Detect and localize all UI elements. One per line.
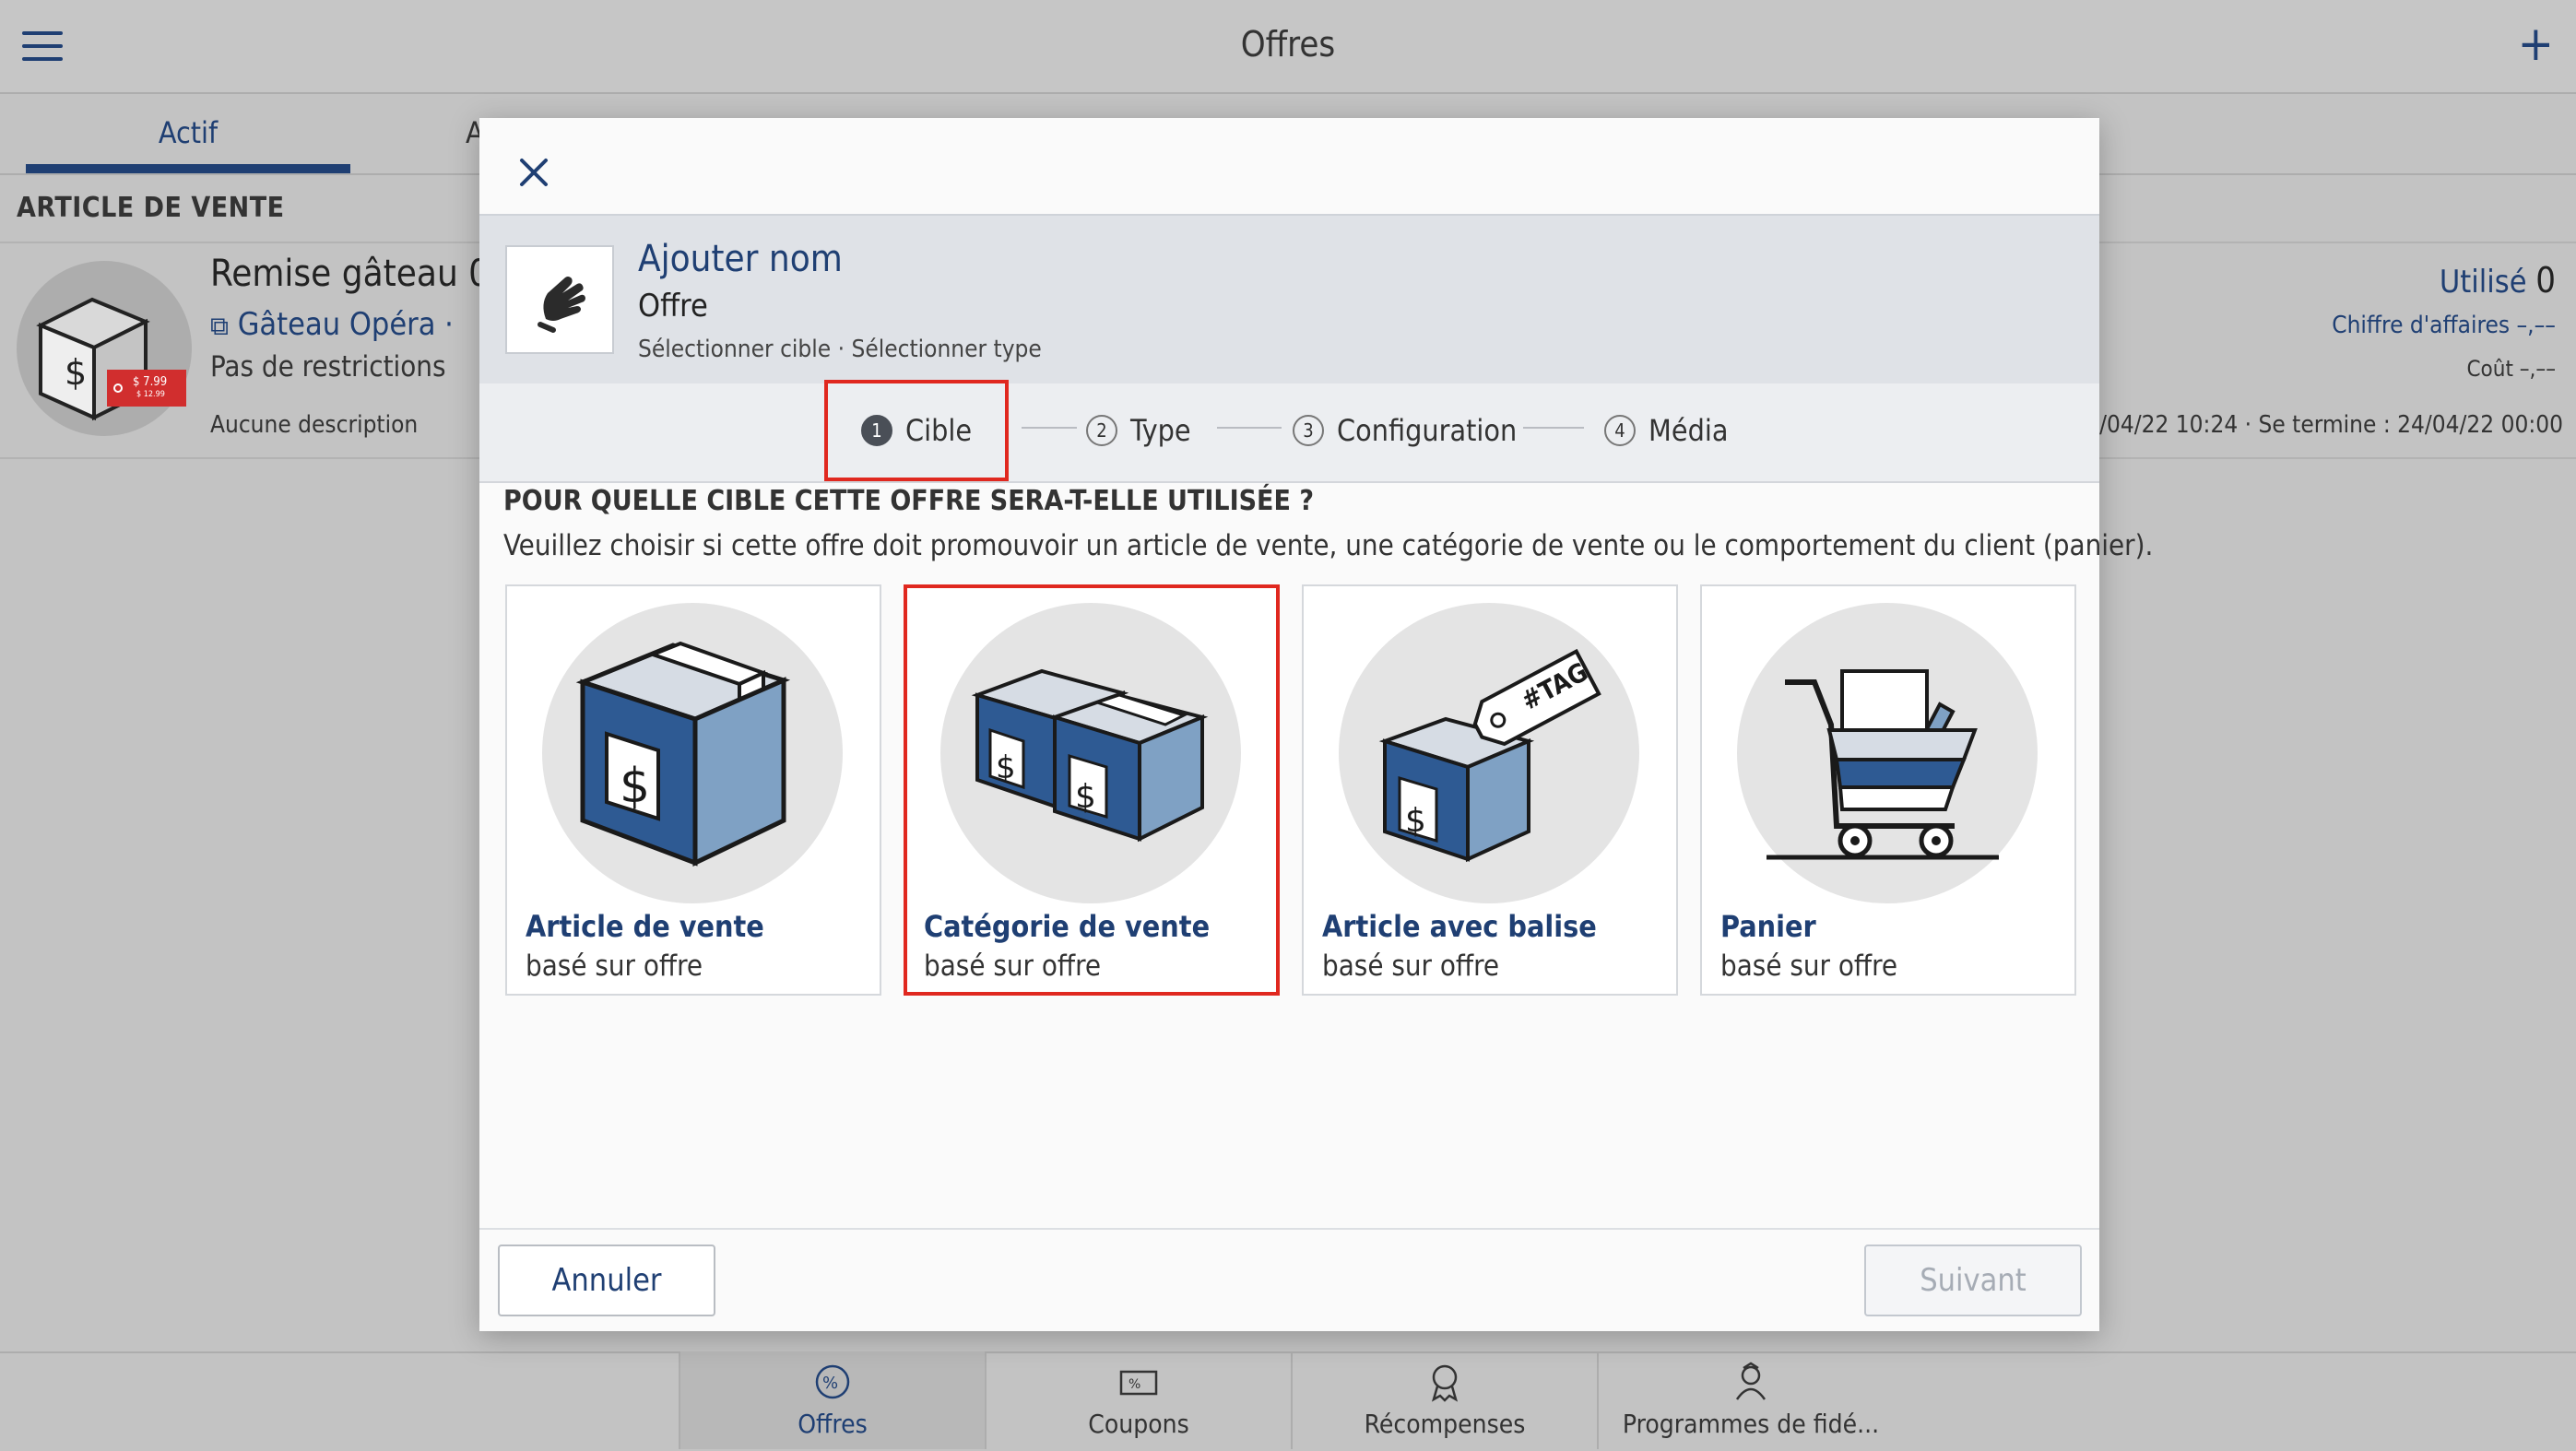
box-icon: $ [575, 641, 791, 867]
price-tag-old: $ 12.99 [136, 390, 165, 399]
nav-coupons[interactable]: % Coupons [985, 1351, 1291, 1449]
step-connector [1523, 427, 1584, 429]
offer-type: Offre [638, 288, 708, 324]
nav-offers[interactable]: % Offres [679, 1351, 985, 1449]
step-connector [1022, 427, 1077, 429]
card-sales-item[interactable]: $ Article de vente basé sur offre [505, 584, 881, 996]
product-link-icon: ⧉ [210, 311, 229, 341]
next-button[interactable]: Suivant [1864, 1245, 2082, 1316]
highlight-box-step [824, 380, 1009, 481]
cancel-button[interactable]: Annuler [498, 1245, 715, 1316]
card-title: Article de vente [526, 909, 764, 944]
usage-label: Utilisé [2439, 264, 2527, 301]
question-title: POUR QUELLE CIBLE CETTE OFFRE SERA-T-ELL… [503, 485, 1314, 517]
card-title: Panier [1720, 909, 1816, 944]
offer-product: ⧉ Gâteau Opéra · [210, 306, 454, 343]
svg-text:$: $ [65, 352, 87, 393]
product-thumbnail: $ $ 7.99 $ 12.99 [17, 261, 192, 436]
nav-loyalty-label: Programmes de fidé... [1622, 1409, 1880, 1439]
step-type-label: Type [1130, 413, 1191, 448]
price-tag-new: $ 7.99 [133, 375, 168, 389]
card-basket[interactable]: Panier basé sur offre [1700, 584, 2076, 996]
wizard-stepper [479, 383, 2099, 483]
section-header: ARTICLE DE VENTE [17, 192, 285, 224]
nav-rewards[interactable]: Récompenses [1291, 1351, 1597, 1449]
tagged-box-icon: $ [1378, 648, 1601, 863]
card-subtitle: basé sur offre [1720, 950, 1898, 983]
nav-coupons-label: Coupons [1088, 1409, 1189, 1439]
step-configuration-number: 3 [1293, 415, 1324, 446]
nav-loyalty[interactable]: Programmes de fidé... [1597, 1351, 1903, 1449]
add-icon[interactable]: + [2518, 20, 2554, 68]
step-configuration-label: Configuration [1337, 413, 1518, 448]
usage-value: 0 [2535, 260, 2556, 301]
award-icon [1431, 1364, 1459, 1402]
offer-hand-icon [505, 245, 614, 354]
offer-description: Aucune description [210, 411, 419, 439]
breadcrumb: Sélectionner cible · Sélectionner type [638, 336, 1042, 363]
step-connector [1217, 427, 1282, 429]
step-media-number: 4 [1604, 415, 1636, 446]
offer-title: Remise gâteau 0 [210, 253, 490, 295]
tab-active-indicator [26, 164, 350, 173]
svg-text:%: % [822, 1374, 838, 1393]
offer-dates: /04/22 10:24 · Se termine : 24/04/22 00:… [2099, 411, 2563, 439]
offer-restrictions: Pas de restrictions [210, 350, 446, 383]
close-icon[interactable] [511, 149, 557, 195]
highlight-box-card [904, 584, 1280, 996]
shopping-cart-icon [1767, 669, 1999, 860]
svg-text:%: % [1128, 1377, 1140, 1392]
revenue: Chiffre d'affaires –,–– [2332, 312, 2556, 339]
dialog-header: Ajouter nom Offre Sélectionner cible · S… [479, 214, 2099, 385]
usage-count: Utilisé 0 [2440, 260, 2556, 301]
step-type-number: 2 [1086, 415, 1117, 446]
offer-percent-icon: % [815, 1364, 850, 1399]
page-title: Offres [1240, 24, 1336, 65]
card-subtitle: basé sur offre [1322, 950, 1500, 983]
cost: Coût –,–– [2466, 356, 2556, 382]
offer-name[interactable]: Ajouter nom [638, 238, 843, 280]
step-media[interactable]: 4 Média [1604, 411, 1728, 455]
step-media-label: Média [1648, 413, 1729, 448]
card-title: Article avec balise [1322, 909, 1597, 944]
loyalty-icon [1735, 1362, 1767, 1400]
svg-text:$: $ [620, 759, 650, 814]
card-tagged-item[interactable]: $ #TAG Article avec balise basé sur offr… [1302, 584, 1678, 996]
svg-text:$: $ [1405, 802, 1426, 840]
coupon-icon: % [1119, 1370, 1158, 1396]
question-description: Veuillez choisir si cette offre doit pro… [503, 529, 2154, 562]
offer-product-label: Gâteau Opéra · [237, 306, 454, 343]
dialog-footer-divider [479, 1228, 2099, 1230]
product-box-icon: $ [36, 297, 186, 421]
step-type[interactable]: 2 Type [1086, 411, 1191, 455]
tab-active[interactable]: Actif [26, 94, 350, 173]
nav-offers-label: Offres [798, 1409, 868, 1439]
step-configuration[interactable]: 3 Configuration [1293, 411, 1517, 455]
nav-rewards-label: Récompenses [1364, 1409, 1526, 1439]
card-subtitle: basé sur offre [526, 950, 703, 983]
create-offer-dialog: Ajouter nom Offre Sélectionner cible · S… [479, 118, 2153, 1331]
